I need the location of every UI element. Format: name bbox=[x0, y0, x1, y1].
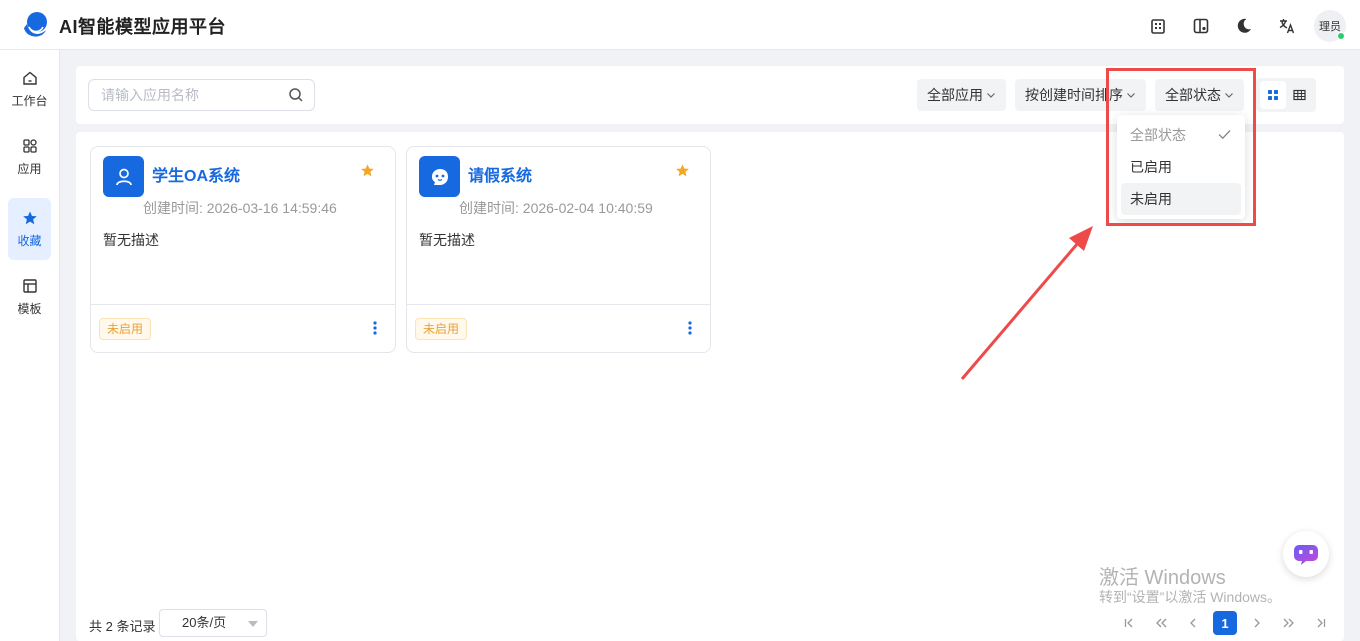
chevron-down-icon bbox=[987, 93, 995, 98]
total-records: 共 2 条记录 bbox=[89, 619, 156, 634]
sidebar: 工作台 应用 收藏 模板 bbox=[0, 50, 60, 641]
double-chevron-left-icon bbox=[1156, 618, 1167, 628]
star-icon bbox=[22, 211, 37, 224]
app-card[interactable]: 学生OA系统 创建时间: 2026-03-16 14:59:46 暂无描述 未启… bbox=[90, 146, 396, 353]
app-card-description: 暂无描述 bbox=[103, 232, 159, 248]
sidebar-item-favorites[interactable]: 收藏 bbox=[8, 198, 51, 260]
page-size-label: 20条/页 bbox=[182, 615, 227, 630]
layout-icon[interactable] bbox=[1186, 11, 1216, 41]
first-page-icon bbox=[1124, 618, 1133, 628]
dark-mode-moon-icon[interactable] bbox=[1229, 11, 1259, 41]
status-badge: 未启用 bbox=[99, 318, 152, 340]
app-card-footer: 未启用 bbox=[91, 304, 395, 354]
sidebar-item-workbench[interactable]: 工作台 bbox=[8, 58, 51, 120]
apps-icon bbox=[22, 138, 37, 153]
sidebar-item-label: 工作台 bbox=[11, 93, 48, 108]
favorite-star-icon[interactable] bbox=[360, 163, 375, 178]
view-switcher bbox=[1256, 78, 1316, 112]
app-title: AI智能模型应用平台 bbox=[59, 17, 226, 37]
windows-activation-watermark-text: 转到“设置”以激活 Windows。 bbox=[1099, 589, 1282, 605]
annotation-highlight-box bbox=[1106, 68, 1256, 226]
prev-page-button[interactable] bbox=[1181, 611, 1205, 635]
chevron-right-icon bbox=[1254, 618, 1260, 628]
card-view-button[interactable] bbox=[1260, 81, 1286, 109]
app-card-created-time: 创建时间: 2026-03-16 14:59:46 bbox=[143, 200, 337, 216]
app-filter-select[interactable]: 全部应用 bbox=[917, 79, 1006, 111]
last-page-icon bbox=[1317, 618, 1326, 628]
home-icon bbox=[22, 71, 37, 85]
app-card-created-time: 创建时间: 2026-02-04 10:40:59 bbox=[459, 200, 653, 216]
first-page-button[interactable] bbox=[1117, 611, 1141, 635]
table-view-icon bbox=[1292, 89, 1306, 101]
search-box bbox=[88, 79, 315, 111]
avatar-text: 理员 bbox=[1319, 21, 1341, 33]
top-header: AI智能模型应用平台 理员 bbox=[0, 0, 1360, 50]
next-page-button[interactable] bbox=[1245, 611, 1269, 635]
robot-chat-icon bbox=[1294, 545, 1318, 565]
table-view-button[interactable] bbox=[1286, 81, 1312, 109]
windows-activation-watermark-title: 激活 Windows bbox=[1099, 567, 1226, 589]
translate-icon[interactable] bbox=[1272, 11, 1302, 41]
app-card-title[interactable]: 请假系统 bbox=[468, 162, 532, 186]
double-chevron-right-icon bbox=[1283, 618, 1294, 628]
search-icon[interactable] bbox=[288, 87, 304, 103]
ai-assistant-button[interactable] bbox=[1283, 531, 1329, 577]
building-icon[interactable] bbox=[1143, 11, 1173, 41]
grid-view-icon bbox=[1268, 90, 1278, 100]
app-card-title[interactable]: 学生OA系统 bbox=[152, 162, 240, 186]
app-card-footer: 未启用 bbox=[407, 304, 710, 354]
page-size-select[interactable]: 20条/页 bbox=[159, 609, 267, 637]
page-number-button[interactable]: 1 bbox=[1213, 611, 1237, 635]
sidebar-item-label: 应用 bbox=[17, 161, 42, 176]
search-input[interactable] bbox=[101, 80, 281, 110]
app-card-description: 暂无描述 bbox=[419, 232, 475, 248]
chevron-left-icon bbox=[1190, 618, 1196, 628]
user-avatar[interactable]: 理员 bbox=[1314, 10, 1346, 42]
platform-logo-icon bbox=[24, 12, 47, 37]
sidebar-item-templates[interactable]: 模板 bbox=[8, 266, 51, 328]
online-status-dot bbox=[1337, 32, 1345, 40]
user-icon bbox=[103, 156, 144, 197]
more-vertical-icon[interactable] bbox=[373, 321, 377, 335]
prev-five-pages-button[interactable] bbox=[1149, 611, 1173, 635]
sidebar-item-apps[interactable]: 应用 bbox=[8, 126, 51, 188]
sidebar-item-label: 收藏 bbox=[17, 233, 42, 248]
next-five-pages-button[interactable] bbox=[1277, 611, 1301, 635]
last-page-button[interactable] bbox=[1309, 611, 1333, 635]
app-filter-label: 全部应用 bbox=[927, 87, 983, 103]
more-vertical-icon[interactable] bbox=[688, 321, 692, 335]
app-card[interactable]: 请假系统 创建时间: 2026-02-04 10:40:59 暂无描述 未启用 bbox=[406, 146, 711, 353]
favorite-star-icon[interactable] bbox=[675, 163, 690, 178]
template-icon bbox=[22, 278, 37, 293]
caret-down-icon bbox=[248, 621, 258, 627]
status-badge: 未启用 bbox=[415, 318, 468, 340]
bot-face-icon bbox=[419, 156, 460, 197]
sidebar-item-label: 模板 bbox=[17, 301, 42, 316]
